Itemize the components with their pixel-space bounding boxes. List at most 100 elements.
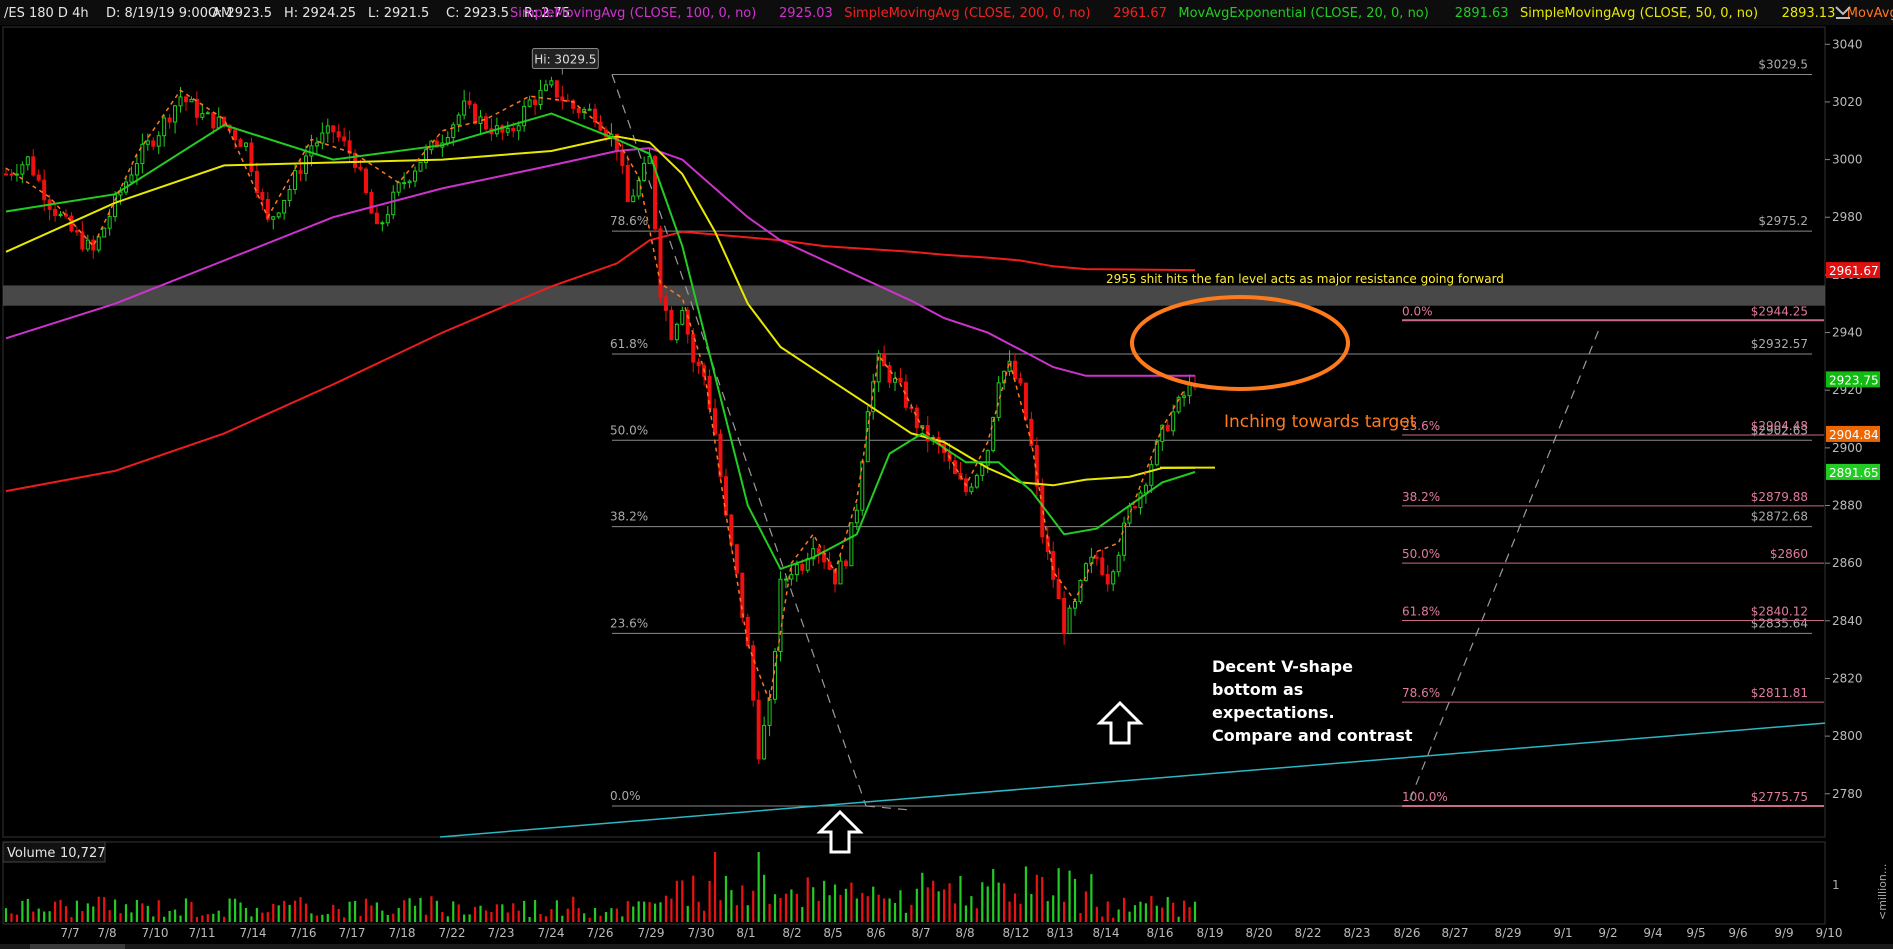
candle-body: [276, 212, 281, 218]
candle-body: [1154, 440, 1159, 466]
study-value: 2891.63: [1455, 6, 1509, 21]
x-tick-label: 9/1: [1553, 926, 1572, 940]
candle-body: [1100, 557, 1105, 575]
candle-body: [543, 84, 548, 91]
x-tick-label: 8/2: [782, 926, 801, 940]
volume-bars: [4, 852, 1197, 922]
x-tick-label: 8/7: [911, 926, 930, 940]
candle-body: [1073, 600, 1078, 609]
vshape-note-line: Decent V-shape: [1212, 657, 1353, 676]
candle-body: [729, 514, 734, 546]
candle-body: [271, 216, 276, 220]
fib-retrace-price: $2775.75: [1751, 790, 1808, 804]
candle-body: [107, 216, 112, 229]
candle-body: [783, 578, 788, 581]
volume-panel-frame: [2, 841, 1826, 925]
candle-body: [473, 103, 478, 125]
candle-body: [1182, 395, 1187, 398]
volume-axis-tick: 1: [1832, 878, 1840, 892]
fib-retrace-pct: 100.0%: [1402, 790, 1448, 804]
candle-body: [1111, 571, 1116, 585]
candle-body: [9, 173, 14, 176]
candle-body: [178, 96, 183, 107]
candle-body: [767, 698, 772, 726]
vshape-note-line: expectations.: [1212, 703, 1335, 722]
volume-axis-unit: <million...: [1876, 864, 1889, 920]
candle-body: [1105, 573, 1110, 585]
candle-body: [620, 150, 625, 166]
study-label: MovAvgExponential (CLOSE, 20, 0, no): [1178, 6, 1428, 21]
candle-body: [953, 460, 958, 474]
candle-body: [233, 129, 238, 141]
price-badge-label: 2891.65: [1829, 466, 1879, 480]
candle-body: [396, 182, 401, 193]
fib-price-label: $2932.57: [1751, 337, 1808, 351]
candle-body: [162, 117, 167, 137]
candle-body: [1067, 607, 1072, 635]
scrollbar-track[interactable]: [0, 944, 1893, 949]
candle-body: [903, 381, 908, 408]
price-tick-label: 2840: [1832, 614, 1863, 628]
fib-retrace-pct: 61.8%: [1402, 604, 1440, 618]
x-tick-label: 7/11: [189, 926, 216, 940]
study-value: 2925.03: [779, 6, 833, 21]
candle-body: [363, 168, 368, 194]
candle-body: [505, 128, 510, 133]
fib-retrace-price: $2879.88: [1751, 490, 1808, 504]
candle-body: [4, 173, 8, 176]
x-tick-label: 8/5: [823, 926, 842, 940]
symbol-label[interactable]: /ES 180 D 4h: [4, 6, 89, 21]
resistance-note: 2955 shit hits the fan level acts as maj…: [1106, 272, 1504, 286]
candle-body: [309, 145, 314, 157]
candle-body: [391, 191, 396, 216]
x-tick-label: 8/1: [736, 926, 755, 940]
x-tick-label: 9/4: [1643, 926, 1662, 940]
fib-pct-label: 38.2%: [610, 510, 648, 524]
candle-body: [843, 560, 848, 567]
x-tick-label: 7/22: [439, 926, 466, 940]
candle-body: [598, 121, 603, 131]
price-chart[interactable]: /ES 180 D 4h D: 8/19/19 9:00 AM O: 2923.…: [0, 0, 1893, 949]
price-tick-label: 2880: [1832, 499, 1863, 513]
candle-body: [358, 166, 363, 170]
study-legend: SimpleMovingAvg (CLOSE, 100, 0, no) 2925.…: [510, 6, 1893, 21]
candle-body: [1127, 506, 1132, 524]
candle-body: [773, 650, 778, 700]
candle-body: [849, 522, 854, 567]
price-badge-label: 2904.84: [1829, 428, 1879, 442]
scrollbar-thumb[interactable]: [30, 944, 125, 949]
candle-body: [1138, 492, 1143, 509]
sma50-line: [5, 135, 1196, 487]
candle-body: [200, 113, 205, 118]
candle-body: [1062, 598, 1067, 635]
candle-body: [402, 182, 407, 185]
candle-body: [331, 125, 336, 133]
sma100-line: [5, 147, 1196, 377]
candle-body: [1143, 484, 1148, 494]
candle-body: [102, 227, 107, 238]
candle-body: [260, 192, 265, 200]
candle-body: [53, 208, 58, 216]
x-tick-label: 7/29: [638, 926, 665, 940]
candle-body: [631, 195, 636, 203]
candle-body: [576, 107, 581, 113]
candle-body: [756, 699, 761, 760]
x-tick-label: 7/16: [290, 926, 317, 940]
candle-body: [718, 433, 723, 478]
candle-body: [511, 128, 516, 132]
fib-price-label: $2835.64: [1751, 616, 1808, 630]
candle-body: [25, 156, 30, 166]
candle-body: [287, 188, 292, 201]
up-arrow-icon: [1096, 700, 1144, 745]
candle-body: [674, 323, 679, 341]
candle-body: [369, 192, 374, 214]
candle-body: [745, 616, 750, 647]
x-tick-label: 8/12: [1003, 926, 1030, 940]
x-tick-label: 7/14: [240, 926, 267, 940]
price-panel-frame: [2, 26, 1826, 838]
candle-body: [713, 408, 718, 435]
candle-body: [636, 179, 641, 197]
candle-body: [462, 100, 467, 116]
fib-top-price: $3029.5: [1758, 58, 1808, 72]
candle-body: [129, 174, 134, 183]
